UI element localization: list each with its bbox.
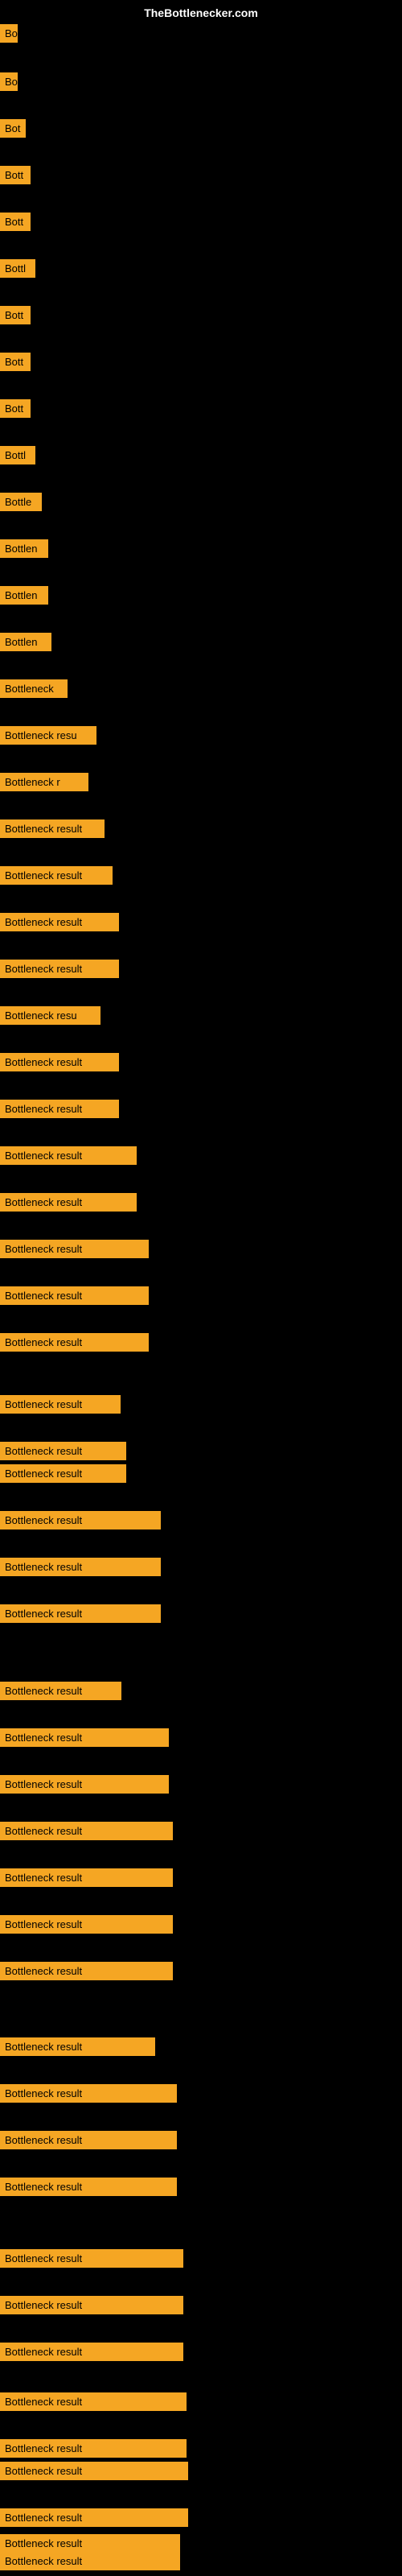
bottleneck-item: Bo — [0, 24, 18, 43]
bottleneck-item: Bottleneck result — [0, 1604, 161, 1623]
bottleneck-item: Bottleneck result — [0, 2084, 177, 2103]
bottleneck-item: Bott — [0, 166, 31, 184]
bottleneck-item: Bottleneck result — [0, 1053, 119, 1071]
bottleneck-item: Bottleneck result — [0, 1682, 121, 1700]
bottleneck-item: Bottleneck result — [0, 1240, 149, 1258]
bottleneck-item: Bottleneck result — [0, 1333, 149, 1352]
bottleneck-item: Bottleneck result — [0, 1511, 161, 1530]
bottleneck-item: Bottleneck resu — [0, 1006, 100, 1025]
bottleneck-item: Bottl — [0, 446, 35, 464]
bottleneck-item: Bottleneck result — [0, 1558, 161, 1576]
bottleneck-item: Bottle — [0, 493, 42, 511]
bottleneck-item: Bottleneck result — [0, 1868, 173, 1887]
bottleneck-item: Bottleneck result — [0, 1728, 169, 1747]
bottleneck-item: Bottleneck result — [0, 2439, 187, 2458]
bottleneck-item: Bottleneck result — [0, 913, 119, 931]
bottleneck-item: Bottleneck result — [0, 2392, 187, 2411]
bottleneck-item: Bottleneck result — [0, 960, 119, 978]
bottleneck-item: Bottl — [0, 259, 35, 278]
bottleneck-item: Bottleneck resu — [0, 726, 96, 745]
bottleneck-item: Bottleneck result — [0, 1442, 126, 1460]
bottleneck-item: Bottleneck result — [0, 1775, 169, 1794]
bottleneck-item: Bottleneck result — [0, 2462, 188, 2480]
bottleneck-item: Bott — [0, 213, 31, 231]
bottleneck-item: Bottleneck result — [0, 2249, 183, 2268]
bottleneck-item: Bottleneck result — [0, 1286, 149, 1305]
bottleneck-item: Bottleneck r — [0, 773, 88, 791]
bottleneck-item: Bottleneck result — [0, 2508, 188, 2527]
bottleneck-item: Bott — [0, 399, 31, 418]
bottleneck-item: Bottleneck result — [0, 1395, 121, 1414]
bottleneck-item: Bot — [0, 119, 26, 138]
bottleneck-item: Bottleneck result — [0, 1146, 137, 1165]
bottleneck-item: Bottleneck result — [0, 819, 105, 838]
bottleneck-item: Bottleneck result — [0, 1464, 126, 1483]
bottleneck-item: Bottlen — [0, 539, 48, 558]
bottleneck-item: Bottleneck result — [0, 1962, 173, 1980]
bottleneck-item: Bott — [0, 306, 31, 324]
bottleneck-item: Bottleneck result — [0, 2296, 183, 2314]
bottleneck-item: Bott — [0, 353, 31, 371]
bottleneck-item: Bottlen — [0, 633, 51, 651]
bottleneck-item: Bottleneck result — [0, 1915, 173, 1934]
bottleneck-item: Bottleneck result — [0, 2343, 183, 2361]
bottleneck-item: Bottlen — [0, 586, 48, 605]
site-title: TheBottlenecker.com — [144, 6, 258, 19]
bottleneck-item: Bottleneck result — [0, 866, 113, 885]
bottleneck-item: Bottleneck result — [0, 1100, 119, 1118]
bottleneck-item: Bottleneck result — [0, 2131, 177, 2149]
bottleneck-item: Bottleneck result — [0, 1193, 137, 1212]
bottleneck-item: Bottleneck result — [0, 2552, 180, 2570]
bottleneck-item: Bottleneck result — [0, 2178, 177, 2196]
bottleneck-item: Bottleneck — [0, 679, 68, 698]
bottleneck-item: Bottleneck result — [0, 2037, 155, 2056]
bottleneck-item: Bo — [0, 72, 18, 91]
bottleneck-item: Bottleneck result — [0, 2534, 180, 2553]
bottleneck-item: Bottleneck result — [0, 1822, 173, 1840]
